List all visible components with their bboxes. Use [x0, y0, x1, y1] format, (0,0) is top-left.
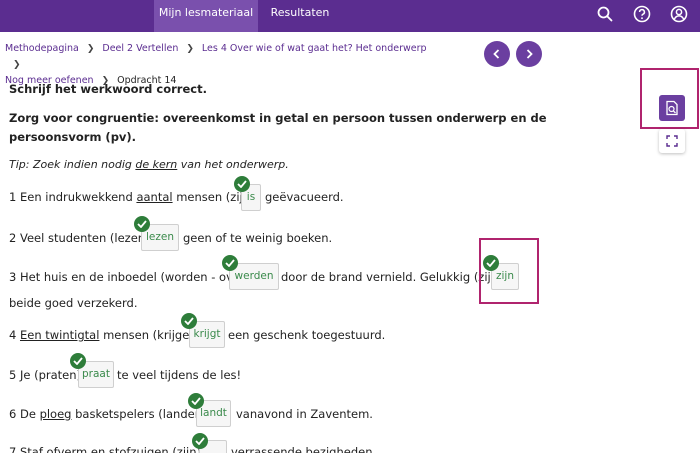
read-aloud-icon: [666, 100, 678, 116]
read-aloud-button[interactable]: [659, 95, 685, 121]
check-icon: [188, 393, 204, 409]
sentence-7: 7 Staf ofverm en stofzuigen (zijn): [9, 445, 202, 453]
check-icon: [192, 433, 208, 449]
tip-suffix: van het onderwerp.: [177, 158, 289, 171]
tab-mijn-lesmateriaal[interactable]: Mijn lesmateriaal: [154, 0, 258, 32]
search-icon[interactable]: [595, 4, 615, 24]
tab-resultaten[interactable]: Resultaten: [265, 0, 335, 32]
sentence-7-end: verrassende bezigheden: [231, 445, 373, 453]
focus-text-line2: persoonsvorm (pv).: [9, 130, 137, 144]
sentence-3-line2: beide goed verzekerd.: [9, 296, 138, 310]
fullscreen-button[interactable]: [659, 129, 685, 153]
breadcrumb-deel-2[interactable]: Deel 2 Vertellen: [102, 43, 178, 54]
sentence-5-end: te veel tijdens de les!: [117, 368, 242, 382]
check-icon: [70, 353, 86, 369]
sentence-4-end: een geschenk toegestuurd.: [228, 328, 386, 342]
next-button[interactable]: [516, 41, 542, 67]
expand-icon: [666, 135, 678, 147]
sentence-2-end: geen of te weinig boeken.: [183, 231, 333, 245]
sentence-6-end: vanavond in Zaventem.: [236, 407, 373, 421]
tip-text: Tip: Zoek indien nodig de kern van het o…: [9, 158, 289, 171]
top-navigation-bar: Mijn lesmateriaal Resultaten: [0, 0, 700, 32]
user-icon[interactable]: [669, 4, 689, 24]
sentence-1: 1 Een indrukwekkend aantal mensen (zijn): [9, 190, 255, 204]
chevron-right-icon: [526, 49, 533, 59]
focus-text-line1: Zorg voor congruentie: overeenkomst in g…: [9, 111, 547, 125]
breadcrumb-methodepagina[interactable]: Methodepagina: [5, 43, 79, 54]
sentence-3-mid: door de brand vernield. Gelukkig (zijn): [281, 270, 503, 284]
check-icon: [483, 255, 499, 271]
sentence-4: 4 Een twintigtal mensen (krijgen): [9, 328, 202, 342]
previous-button[interactable]: [484, 41, 510, 67]
check-icon: [181, 313, 197, 329]
sentence-2: 2 Veel studenten (lezen): [9, 231, 150, 245]
chevron-right-icon: ❯: [86, 44, 95, 54]
chevron-left-icon: [493, 49, 500, 59]
chevron-right-icon: ❯: [186, 44, 194, 54]
chevron-right-icon: ❯: [13, 60, 21, 70]
breadcrumb-les-4[interactable]: Les 4 Over wie of wat gaat het? Het onde…: [202, 43, 427, 54]
instruction-title: Schrijf het werkwoord correct.: [9, 82, 207, 96]
sentence-3: 3 Het huis en de inboedel (worden - ovt): [9, 270, 242, 284]
sentence-6: 6 De ploeg basketspelers (landen): [9, 407, 207, 421]
tip-prefix: Tip: Zoek indien nodig: [9, 158, 136, 171]
sentence-1-end: geëvacueerd.: [265, 190, 344, 204]
check-icon: [222, 255, 238, 271]
sentence-5: 5 Je (praten): [9, 368, 82, 382]
tip-link[interactable]: de kern: [135, 158, 177, 171]
check-icon: [234, 176, 250, 192]
help-icon[interactable]: [632, 4, 652, 24]
check-icon: [134, 216, 150, 232]
